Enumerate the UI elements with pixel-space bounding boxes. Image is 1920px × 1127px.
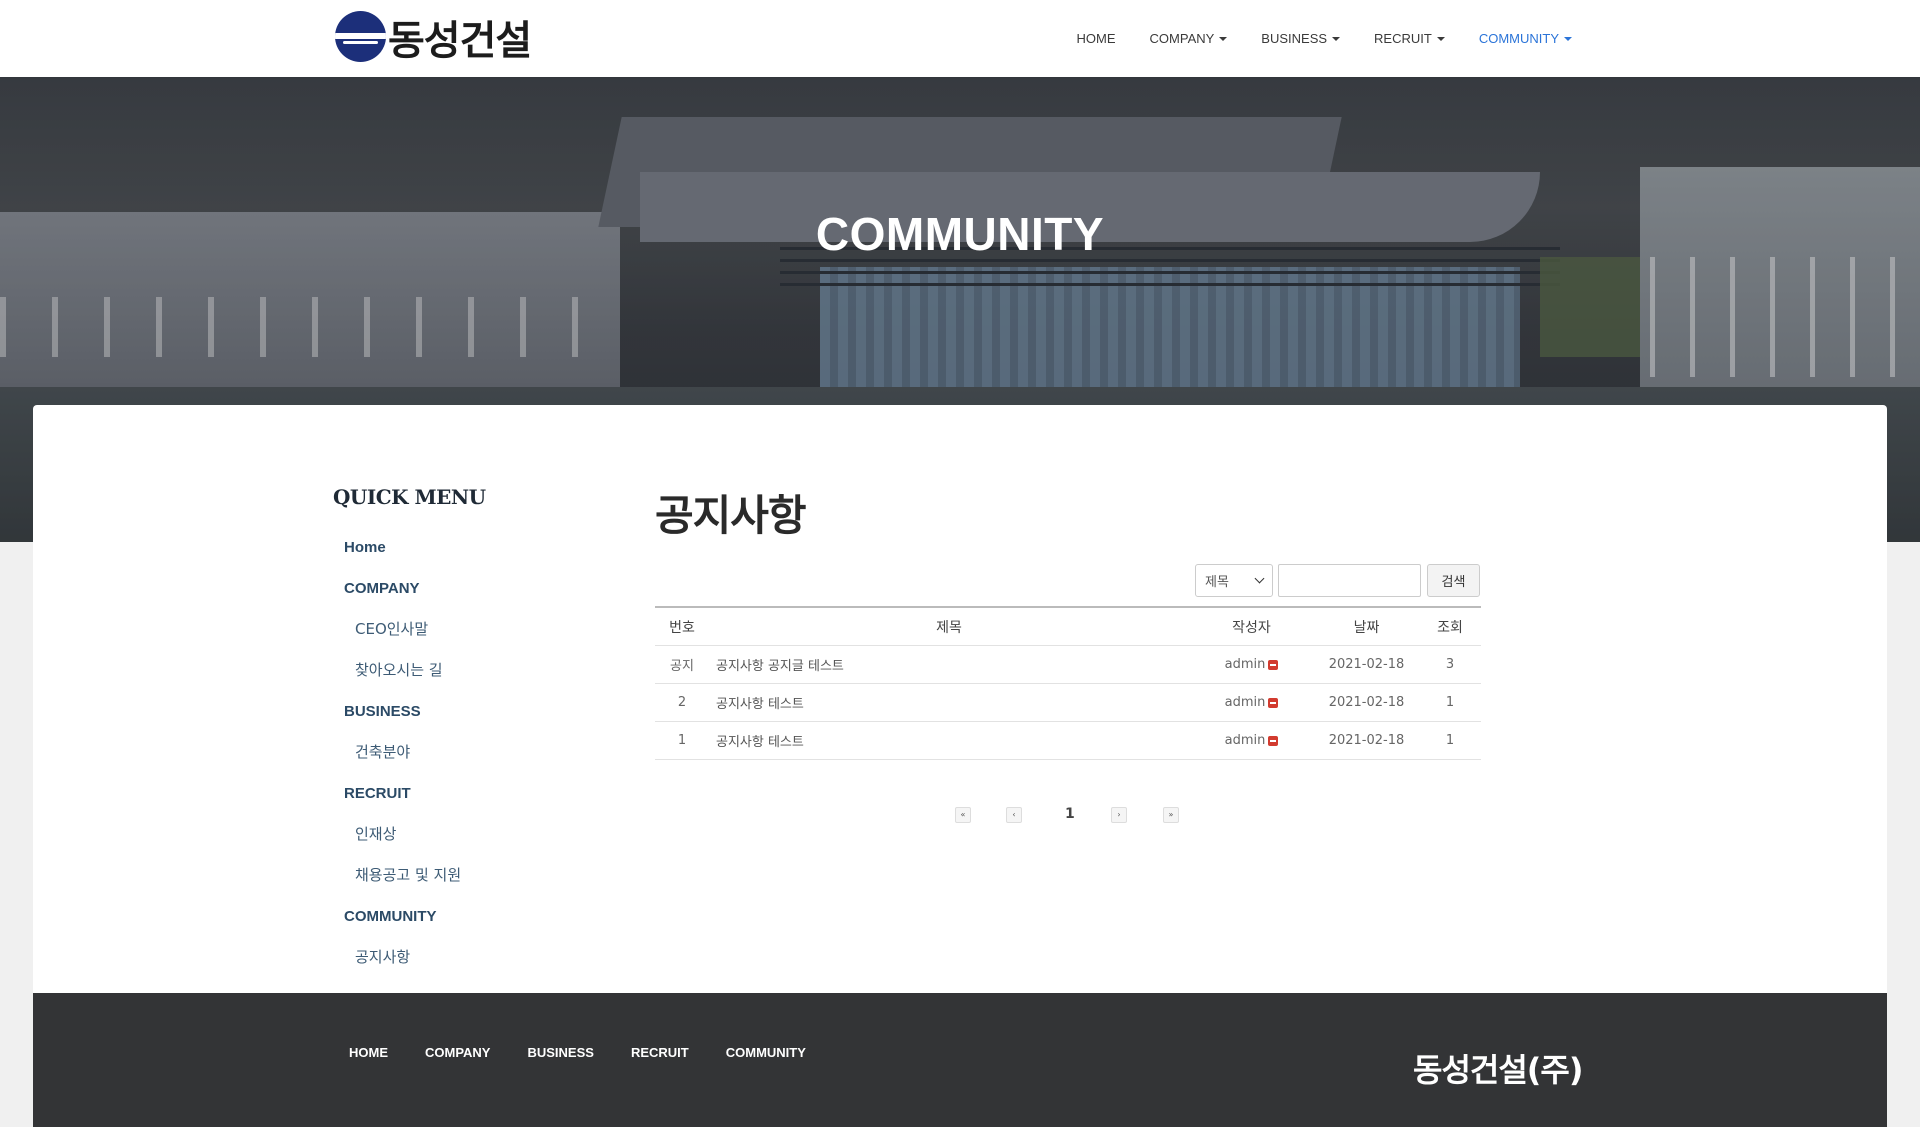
- footer-link-home[interactable]: HOME: [349, 1045, 388, 1060]
- footer-link-company[interactable]: COMPANY: [425, 1045, 490, 1060]
- quick-menu-list: Home COMPANY CEO인사말 찾아오시는 길 BUSINESS 건축분…: [333, 527, 593, 978]
- quick-menu-home[interactable]: Home: [333, 527, 593, 568]
- header-title: 제목: [936, 619, 962, 636]
- top-navbar: 동성건설 HOME COMPANY BUSINESS RECRUIT COMMU…: [0, 0, 1920, 77]
- nav-business-label: BUSINESS: [1261, 31, 1328, 46]
- row-no: 2: [677, 695, 687, 710]
- pagination: « ‹ 1 › »: [655, 806, 1481, 827]
- footer-link-recruit[interactable]: RECRUIT: [631, 1045, 689, 1060]
- row-no: 공지: [670, 659, 694, 674]
- quick-menu-company[interactable]: COMPANY: [333, 568, 593, 609]
- nav-company[interactable]: COMPANY: [1150, 31, 1228, 46]
- page-number-current[interactable]: 1: [1065, 806, 1075, 822]
- row-date: 2021-02-18: [1328, 695, 1405, 710]
- row-author-name: admin: [1224, 733, 1266, 748]
- logo-emblem-icon: [335, 11, 386, 62]
- search-button[interactable]: 검색: [1427, 564, 1480, 597]
- page-title: 공지사항: [655, 491, 807, 540]
- header-date: 날짜: [1353, 619, 1380, 636]
- quick-menu-ceo-greeting[interactable]: CEO인사말: [333, 609, 593, 650]
- hero-title: COMMUNITY: [815, 208, 1105, 260]
- last-page-button[interactable]: »: [1163, 807, 1179, 823]
- search-field-select[interactable]: 제목: [1195, 564, 1273, 597]
- search-field-select-value: 제목: [1205, 575, 1229, 590]
- nav-home[interactable]: HOME: [1077, 31, 1116, 46]
- row-views: 3: [1445, 657, 1455, 672]
- quick-menu-recruit[interactable]: RECRUIT: [333, 773, 593, 814]
- nav-business[interactable]: BUSINESS: [1261, 31, 1341, 46]
- row-author[interactable]: admin: [1189, 733, 1314, 748]
- row-views: 1: [1445, 695, 1455, 710]
- row-author-name: admin: [1224, 695, 1266, 710]
- nav-community[interactable]: COMMUNITY: [1479, 31, 1572, 46]
- author-badge-icon: [1268, 659, 1279, 670]
- row-title-link[interactable]: 공지사항 테스트: [709, 693, 1189, 712]
- quick-menu: QUICK MENU Home COMPANY CEO인사말 찾아오시는 길 B…: [333, 485, 593, 978]
- table-row[interactable]: 2 공지사항 테스트 admin 2021-02-18 1: [655, 684, 1481, 722]
- quick-menu-title: QUICK MENU: [333, 485, 486, 509]
- prev-page-button[interactable]: ‹: [1006, 807, 1022, 823]
- row-author[interactable]: admin: [1189, 657, 1314, 672]
- chevron-down-icon: [1254, 573, 1265, 584]
- author-badge-icon: [1268, 697, 1279, 708]
- site-logo[interactable]: 동성건설: [335, 10, 532, 64]
- row-date: 2021-02-18: [1328, 657, 1405, 672]
- header-author: 작성자: [1232, 619, 1271, 636]
- header-no: 번호: [669, 619, 695, 636]
- quick-menu-notice[interactable]: 공지사항: [333, 937, 593, 978]
- row-date: 2021-02-18: [1328, 733, 1405, 748]
- first-page-button[interactable]: «: [955, 807, 971, 823]
- caret-down-icon: [1564, 36, 1572, 41]
- quick-menu-jobs[interactable]: 채용공고 및 지원: [333, 855, 593, 896]
- nav-home-label: HOME: [1076, 31, 1116, 46]
- row-title-link[interactable]: 공지사항 테스트: [709, 731, 1189, 750]
- nav-company-label: COMPANY: [1149, 31, 1215, 46]
- quick-menu-directions[interactable]: 찾아오시는 길: [333, 650, 593, 691]
- search-input[interactable]: [1278, 564, 1421, 597]
- logo-text: 동성건설: [388, 17, 532, 64]
- main-nav: HOME COMPANY BUSINESS RECRUIT COMMUNITY: [1043, 0, 1572, 77]
- table-row[interactable]: 1 공지사항 테스트 admin 2021-02-18 1: [655, 722, 1481, 760]
- row-author-name: admin: [1224, 657, 1266, 672]
- next-page-button[interactable]: ›: [1111, 807, 1127, 823]
- header-views: 조회: [1437, 619, 1463, 636]
- author-badge-icon: [1268, 735, 1279, 746]
- footer-brand: 동성건설(주): [1413, 1051, 1583, 1089]
- search-bar: 제목 검색: [1195, 564, 1480, 597]
- quick-menu-talent[interactable]: 인재상: [333, 814, 593, 855]
- nav-community-label: COMMUNITY: [1478, 31, 1559, 46]
- footer-link-business[interactable]: BUSINESS: [527, 1045, 593, 1060]
- quick-menu-business[interactable]: BUSINESS: [333, 691, 593, 732]
- quick-menu-architecture[interactable]: 건축분야: [333, 732, 593, 773]
- row-title-link[interactable]: 공지사항 공지글 테스트: [709, 655, 1189, 674]
- nav-recruit-label: RECRUIT: [1374, 31, 1432, 46]
- caret-down-icon: [1436, 36, 1445, 41]
- table-row[interactable]: 공지 공지사항 공지글 테스트 admin 2021-02-18 3: [655, 646, 1481, 684]
- row-views: 1: [1445, 733, 1455, 748]
- nav-recruit[interactable]: RECRUIT: [1374, 31, 1445, 46]
- footer-link-community[interactable]: COMMUNITY: [726, 1045, 806, 1060]
- notice-table: 번호 제목 작성자 날짜 조회 공지 공지사항 공지글 테스트 admin 20…: [655, 606, 1481, 760]
- quick-menu-community[interactable]: COMMUNITY: [333, 896, 593, 937]
- row-no: 1: [677, 733, 687, 748]
- row-author[interactable]: admin: [1189, 695, 1314, 710]
- caret-down-icon: [1332, 36, 1341, 41]
- site-footer: HOME COMPANY BUSINESS RECRUIT COMMUNITY …: [33, 993, 1887, 1127]
- main-content: 공지사항 제목 검색 번호 제목 작성자 날짜 조회 공지 공지사항 공지글 테…: [655, 485, 1481, 823]
- footer-nav: HOME COMPANY BUSINESS RECRUIT COMMUNITY: [349, 1045, 843, 1060]
- caret-down-icon: [1219, 36, 1228, 41]
- table-header: 번호 제목 작성자 날짜 조회: [655, 608, 1481, 646]
